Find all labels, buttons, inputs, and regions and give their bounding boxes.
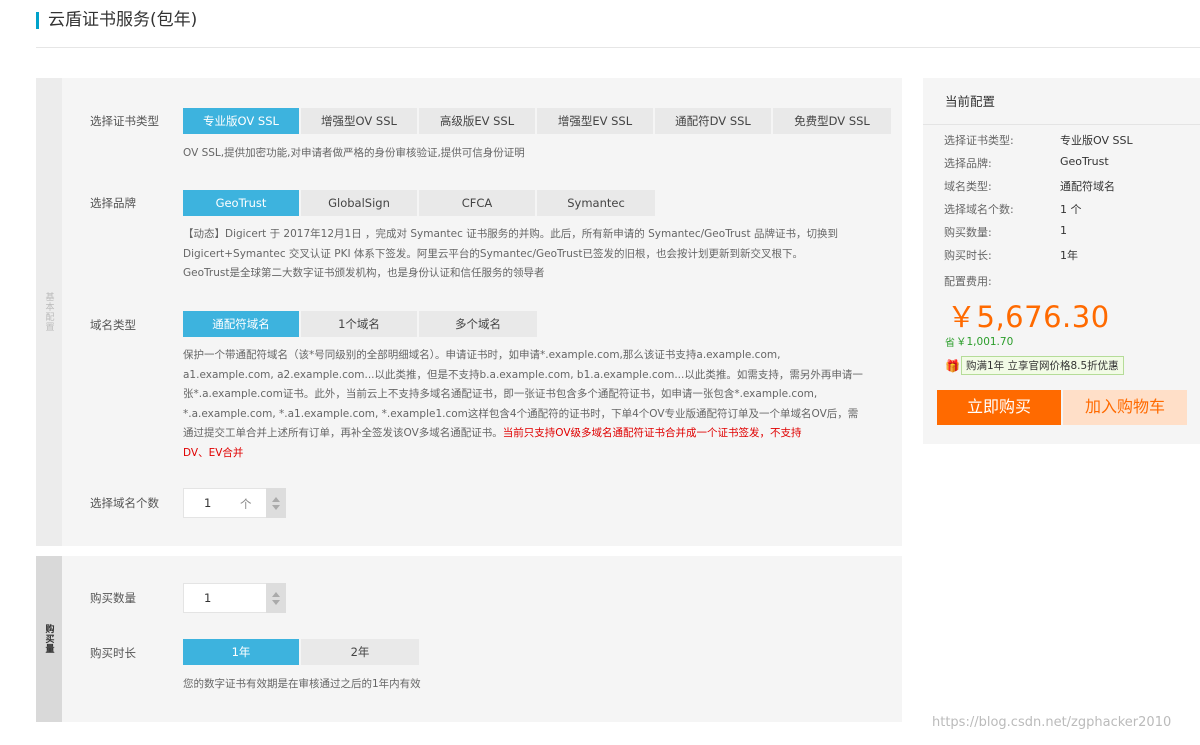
stepper-down-icon[interactable] xyxy=(272,504,280,510)
basic-config-side-tab: 基本配置 xyxy=(36,78,62,546)
current-config-divider xyxy=(923,124,1200,125)
config-row-label: 购买数量: xyxy=(944,226,992,239)
domain-count-value: 1 xyxy=(204,496,212,510)
domain-type-option[interactable]: 多个域名 xyxy=(419,311,537,337)
stepper-up-icon[interactable] xyxy=(272,496,280,502)
config-fee-label: 配置费用: xyxy=(944,275,992,288)
page-title: 云盾证书服务(包年) xyxy=(36,9,197,31)
config-row-label: 选择域名个数: xyxy=(944,203,1014,216)
config-saved: 省 ￥1,001.70 xyxy=(945,334,1013,349)
domain-warning-text: 当前只支持OV级多域名通配符证书合并成一个证书签发，不支持 xyxy=(502,427,802,439)
buy-now-button[interactable]: 立即购买 xyxy=(937,390,1061,425)
title-accent-bar xyxy=(36,11,39,29)
add-to-cart-button[interactable]: 加入购物车 xyxy=(1063,390,1187,425)
brand-desc-line: GeoTrust是全球第二大数字证书颁发机构，也是身份认证和信任服务的领导者 xyxy=(183,267,545,279)
stepper-up-icon[interactable] xyxy=(272,591,280,597)
config-row-value: 1 xyxy=(1060,224,1067,237)
config-price: ￥5,676.30 xyxy=(947,300,1110,334)
cert-type-description: OV SSL,提供加密功能,对申请者做严格的身份审核验证,提供可信身份证明 xyxy=(183,147,525,159)
domain-desc-line: 张*.a.example.com证书。此外，当前云上不支持多域名通配证书，即一张… xyxy=(183,388,818,400)
domain-desc-line: 保护一个带通配符域名（该*号同级别的全部明细域名）。申请证书时，如申请*.exa… xyxy=(183,349,781,361)
duration-description: 您的数字证书有效期是在审核通过之后的1年内有效 xyxy=(183,678,421,690)
cert-type-options: 专业版OV SSL 增强型OV SSL 高级版EV SSL 增强型EV SSL … xyxy=(183,108,891,134)
promo-badge: 🎁 购满1年 立享官网价格8.5折优惠 xyxy=(945,356,1124,375)
domain-desc-line: *.a.example.com, *.a1.example.com, *.exa… xyxy=(183,407,859,420)
brand-options: GeoTrust GlobalSign CFCA Symantec xyxy=(183,190,655,216)
duration-options: 1年 2年 xyxy=(183,639,419,665)
page-title-text: 云盾证书服务(包年) xyxy=(48,10,198,30)
buy-config-panel: 购买量 购买数量 1 购买时长 1年 2年 您的数字证书有效期是在审核通过之后的… xyxy=(36,556,902,722)
config-row-value: 通配符域名 xyxy=(1060,180,1115,193)
domain-count-stepper[interactable] xyxy=(266,488,286,518)
brand-desc-line: 【动态】Digicert 于 2017年12月1日 ，完成对 Symantec … xyxy=(183,228,838,240)
config-row-value: GeoTrust xyxy=(1060,155,1109,168)
brand-option[interactable]: GeoTrust xyxy=(183,190,301,216)
brand-label: 选择品牌 xyxy=(90,196,136,210)
cert-type-option[interactable]: 专业版OV SSL xyxy=(183,108,301,134)
domain-count-unit: 个 xyxy=(240,497,252,511)
buy-config-side-label: 购买量 xyxy=(43,624,54,654)
cert-type-option[interactable]: 高级版EV SSL xyxy=(419,108,537,134)
current-config-panel: 当前配置 选择证书类型: 专业版OV SSL 选择品牌: GeoTrust 域名… xyxy=(923,78,1200,444)
gift-icon: 🎁 xyxy=(945,358,960,373)
domain-desc-line: 通过提交工单合并上述所有订单，再补全签发该OV多域名通配证书。当前只支持OV级多… xyxy=(183,424,863,444)
domain-count-label: 选择域名个数 xyxy=(90,496,159,510)
quantity-stepper[interactable] xyxy=(266,583,286,613)
watermark: https://blog.csdn.net/zgphacker2010 xyxy=(932,715,1172,730)
current-config-title: 当前配置 xyxy=(945,94,996,109)
domain-type-option[interactable]: 1个域名 xyxy=(301,311,419,337)
basic-config-side-label: 基本配置 xyxy=(43,292,54,332)
cert-type-option[interactable]: 通配符DV SSL xyxy=(655,108,773,134)
domain-type-option[interactable]: 通配符域名 xyxy=(183,311,301,337)
duration-option[interactable]: 2年 xyxy=(301,639,419,665)
config-row-label: 选择证书类型: xyxy=(944,134,1014,147)
domain-warning-text: DV、EV合并 xyxy=(183,446,244,459)
buy-config-side-tab: 购买量 xyxy=(36,556,62,722)
quantity-value: 1 xyxy=(204,591,212,605)
stepper-down-icon[interactable] xyxy=(272,599,280,605)
basic-config-panel: 基本配置 选择证书类型 专业版OV SSL 增强型OV SSL 高级版EV SS… xyxy=(36,78,902,546)
promo-text: 购满1年 立享官网价格8.5折优惠 xyxy=(960,356,1124,375)
brand-desc-line: Digicert+Symantec 交叉认证 PKI 体系下签发。阿里云平台的S… xyxy=(183,247,803,260)
brand-option[interactable]: Symantec xyxy=(537,190,655,216)
config-row-label: 选择品牌: xyxy=(944,157,992,170)
cert-type-option[interactable]: 免费型DV SSL xyxy=(773,108,891,134)
domain-type-description: 保护一个带通配符域名（该*号同级别的全部明细域名）。申请证书时，如申请*.exa… xyxy=(183,346,863,463)
duration-label: 购买时长 xyxy=(90,646,136,660)
brand-option[interactable]: GlobalSign xyxy=(301,190,419,216)
duration-option[interactable]: 1年 xyxy=(183,639,301,665)
title-divider xyxy=(36,47,1200,48)
config-row-value: 1 个 xyxy=(1060,203,1082,216)
config-row-value: 专业版OV SSL xyxy=(1060,134,1133,147)
saved-icon: 省 xyxy=(945,338,955,349)
brand-option[interactable]: CFCA xyxy=(419,190,537,216)
domain-type-options: 通配符域名 1个域名 多个域名 xyxy=(183,311,537,337)
domain-type-label: 域名类型 xyxy=(90,318,136,332)
config-row-label: 域名类型: xyxy=(944,180,992,193)
domain-desc-text: 通过提交工单合并上述所有订单，再补全签发该OV多域名通配证书。 xyxy=(183,427,503,439)
quantity-label: 购买数量 xyxy=(90,591,136,605)
cert-type-label: 选择证书类型 xyxy=(90,114,159,128)
cert-type-option[interactable]: 增强型EV SSL xyxy=(537,108,655,134)
config-row-label: 购买时长: xyxy=(944,249,992,262)
config-row-value: 1年 xyxy=(1060,249,1078,262)
domain-desc-line: a1.example.com, a2.example.com...以此类推，但是… xyxy=(183,368,863,381)
brand-description: 【动态】Digicert 于 2017年12月1日 ，完成对 Symantec … xyxy=(183,225,838,284)
cert-type-option[interactable]: 增强型OV SSL xyxy=(301,108,419,134)
config-saved-amount: ￥1,001.70 xyxy=(956,336,1014,348)
